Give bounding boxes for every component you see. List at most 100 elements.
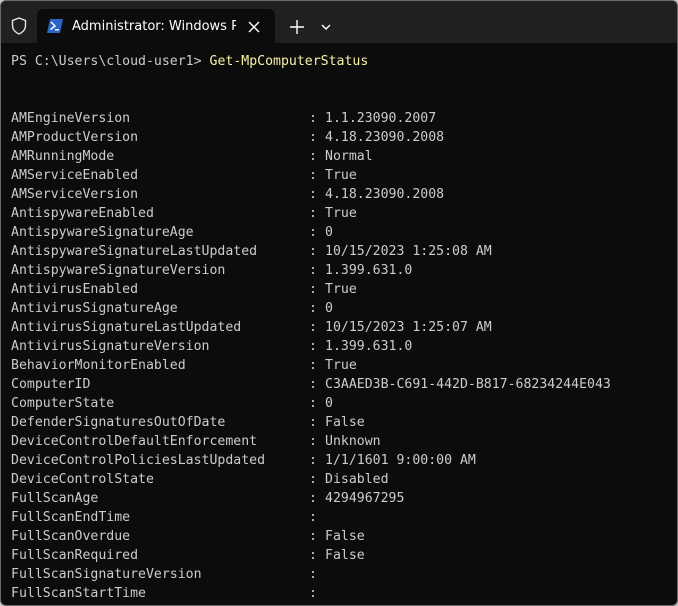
- title-bar: Administrator: Windows PowerShell: [1, 1, 677, 43]
- chevron-down-icon[interactable]: [318, 19, 334, 35]
- property-name: FullScanSignatureVersion: [11, 567, 202, 582]
- status-row: DeviceControlState: Disabled: [11, 470, 677, 489]
- separator: :: [309, 244, 317, 259]
- tab-title: Administrator: Windows PowerShell: [72, 19, 236, 34]
- property-value: 1.399.631.0: [325, 263, 413, 278]
- property-name: AntispywareSignatureVersion: [11, 263, 226, 278]
- separator: :: [309, 510, 317, 525]
- separator: :: [309, 586, 317, 601]
- property-name: AntivirusEnabled: [11, 282, 139, 297]
- separator: :: [309, 111, 317, 126]
- status-row: FullScanStartTime:: [11, 584, 677, 603]
- status-row: AMProductVersion:4.18.23090.2008: [11, 128, 677, 147]
- status-row: AMServiceVersion:4.18.23090.2008: [11, 185, 677, 204]
- property-value: 0: [325, 301, 333, 316]
- property-value: 10/15/2023 1:25:07 AM: [325, 320, 492, 335]
- property-value: 1.399.631.0: [325, 339, 413, 354]
- separator: :: [309, 396, 317, 411]
- separator: :: [309, 529, 317, 544]
- property-name: BehaviorMonitorEnabled: [11, 358, 186, 373]
- property-value: Unknown: [325, 434, 381, 449]
- separator: :: [309, 130, 317, 145]
- status-row: AntivirusSignatureAge:0: [11, 299, 677, 318]
- powershell-icon: [47, 19, 63, 33]
- property-value: Disabled: [325, 472, 389, 487]
- terminal-output[interactable]: PS C:\Users\cloud-user1> Get-MpComputerS…: [1, 43, 677, 605]
- terminal-window: Administrator: Windows PowerShell PS C:\…: [0, 0, 678, 606]
- close-icon[interactable]: [245, 18, 263, 36]
- property-value: 4294967295: [325, 491, 405, 506]
- property-value: 1.1.23090.2007: [325, 111, 437, 126]
- property-name: FullScanOverdue: [11, 529, 131, 544]
- property-name: AntivirusSignatureVersion: [11, 339, 210, 354]
- status-row: FullScanOverdue: False: [11, 527, 677, 546]
- separator: :: [309, 377, 317, 392]
- separator: :: [309, 434, 317, 449]
- property-name: AntispywareEnabled: [11, 206, 154, 221]
- status-list: AMEngineVersion:1.1.23090.2007 AMProductV…: [11, 109, 677, 603]
- property-value: 10/15/2023 1:25:08 AM: [325, 244, 492, 259]
- property-value: True: [325, 168, 357, 183]
- separator: :: [309, 472, 317, 487]
- separator: :: [309, 339, 317, 354]
- status-row: DeviceControlPoliciesLastUpdated:1/1/160…: [11, 451, 677, 470]
- property-value: 0: [325, 396, 333, 411]
- status-row: FullScanRequired: False: [11, 546, 677, 565]
- status-row: AntispywareEnabled: True: [11, 204, 677, 223]
- command-text: Get-MpComputerStatus: [209, 54, 369, 69]
- property-name: AMServiceVersion: [11, 187, 139, 202]
- status-row: AntivirusSignatureVersion:1.399.631.0: [11, 337, 677, 356]
- prompt-text: PS C:\Users\cloud-user1>: [11, 54, 210, 69]
- property-name: FullScanRequired: [11, 548, 139, 563]
- separator: :: [309, 263, 317, 278]
- property-value: True: [325, 206, 357, 221]
- separator: :: [309, 548, 317, 563]
- separator: :: [309, 453, 317, 468]
- property-value: C3AAED3B-C691-442D-B817-68234244E043: [325, 377, 611, 392]
- status-row: AMEngineVersion:1.1.23090.2007: [11, 109, 677, 128]
- status-row: ComputerState:0: [11, 394, 677, 413]
- property-name: FullScanAge: [11, 491, 99, 506]
- separator: :: [309, 282, 317, 297]
- separator: :: [309, 358, 317, 373]
- property-name: DefenderSignaturesOutOfDate: [11, 415, 226, 430]
- separator: :: [309, 206, 317, 221]
- status-row: AntivirusEnabled: True: [11, 280, 677, 299]
- status-row: DeviceControlDefaultEnforcement: Unknown: [11, 432, 677, 451]
- separator: :: [309, 491, 317, 506]
- status-row: DefenderSignaturesOutOfDate: False: [11, 413, 677, 432]
- separator: :: [309, 415, 317, 430]
- status-row: ComputerID: C3AAED3B-C691-442D-B817-68234…: [11, 375, 677, 394]
- separator: :: [309, 225, 317, 240]
- status-row: AMRunningMode: Normal: [11, 147, 677, 166]
- property-name: FullScanEndTime: [11, 510, 131, 525]
- separator: :: [309, 301, 317, 316]
- status-row: AntivirusSignatureLastUpdated:10/15/2023…: [11, 318, 677, 337]
- status-row: AMServiceEnabled: True: [11, 166, 677, 185]
- property-value: 4.18.23090.2008: [325, 130, 445, 145]
- status-row: FullScanSignatureVersion:: [11, 565, 677, 584]
- separator: :: [309, 149, 317, 164]
- property-name: AMRunningMode: [11, 149, 115, 164]
- property-name: DeviceControlDefaultEnforcement: [11, 434, 258, 449]
- separator: :: [309, 187, 317, 202]
- property-value: True: [325, 358, 357, 373]
- property-name: AMProductVersion: [11, 130, 139, 145]
- property-name: AMServiceEnabled: [11, 168, 139, 183]
- tab-powershell[interactable]: Administrator: Windows PowerShell: [37, 9, 275, 43]
- prompt-line: PS C:\Users\cloud-user1> Get-MpComputerS…: [11, 52, 368, 71]
- property-name: AntispywareSignatureLastUpdated: [11, 244, 258, 259]
- property-value: 0: [325, 225, 333, 240]
- property-name: AMEngineVersion: [11, 111, 131, 126]
- status-row: FullScanAge:4294967295: [11, 489, 677, 508]
- property-name: AntivirusSignatureAge: [11, 301, 178, 316]
- property-value: False: [325, 415, 365, 430]
- shield-icon: [11, 17, 27, 35]
- property-name: AntivirusSignatureLastUpdated: [11, 320, 242, 335]
- status-row: AntispywareSignatureAge:0: [11, 223, 677, 242]
- separator: :: [309, 320, 317, 335]
- status-row: AntispywareSignatureVersion:1.399.631.0: [11, 261, 677, 280]
- plus-icon[interactable]: [287, 17, 307, 37]
- property-value: False: [325, 529, 365, 544]
- property-name: ComputerState: [11, 396, 115, 411]
